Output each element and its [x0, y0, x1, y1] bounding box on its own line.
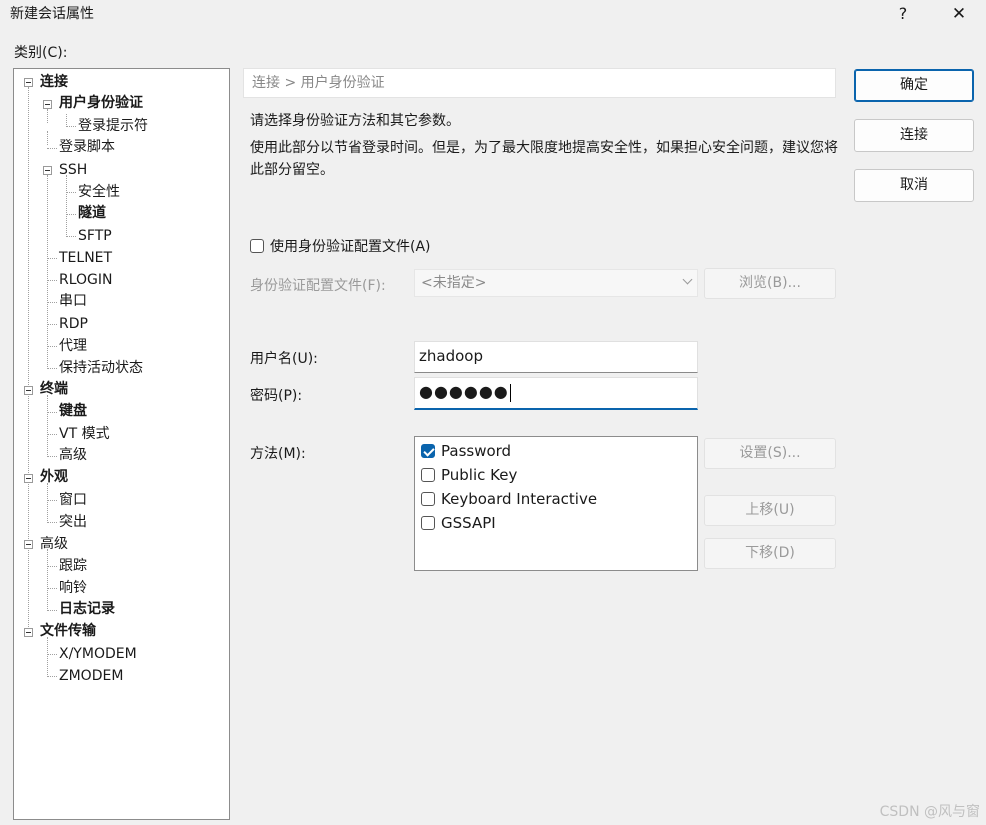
category-label: 类别(C): — [14, 45, 68, 61]
expand-toggle-icon[interactable] — [43, 166, 52, 175]
method-label-gssapi: GSSAPI — [441, 514, 496, 532]
method-label-keyboard-interactive: Keyboard Interactive — [441, 490, 598, 508]
method-label-public-key: Public Key — [441, 466, 518, 484]
checkbox-checked-icon[interactable] — [421, 444, 435, 458]
tree-item-serial[interactable]: 串口 — [59, 291, 87, 311]
use-profile-label: 使用身份验证配置文件(A) — [270, 239, 431, 255]
browse-button[interactable]: 浏览(B)... — [704, 268, 836, 299]
move-up-button[interactable]: 上移(U) — [704, 495, 836, 526]
expand-toggle-icon[interactable] — [43, 100, 52, 109]
tree-item-terminal[interactable]: 终端 — [40, 379, 68, 399]
tree-item-bell[interactable]: 响铃 — [59, 578, 87, 598]
tree-item-auth[interactable]: 用户身份验证 — [59, 93, 143, 113]
tree-item-security[interactable]: 安全性 — [78, 182, 120, 202]
cancel-button[interactable]: 取消 — [854, 169, 974, 202]
tree-item-login-script[interactable]: 登录脚本 — [59, 137, 115, 157]
checkbox-icon[interactable] — [250, 239, 264, 253]
watermark: CSDN @风与窗 — [879, 804, 980, 820]
tree-item-keepalive[interactable]: 保持活动状态 — [59, 358, 143, 378]
tree-item-rlogin[interactable]: RLOGIN — [59, 270, 113, 290]
expand-toggle-icon[interactable] — [24, 474, 33, 483]
tree-item-window[interactable]: 窗口 — [59, 490, 87, 510]
method-item-password[interactable]: Password — [421, 442, 511, 460]
description-line2: 使用此部分以节省登录时间。但是，为了最大限度地提高安全性，如果担心安全问题，建议… — [250, 140, 838, 178]
method-list[interactable]: Password Public Key Keyboard Interactive… — [414, 436, 698, 571]
help-button[interactable]: ? — [888, 1, 918, 27]
tree-item-vt-mode[interactable]: VT 模式 — [59, 424, 110, 444]
method-label: 方法(M): — [250, 446, 306, 462]
method-label-password: Password — [441, 442, 512, 460]
checkbox-icon[interactable] — [421, 492, 435, 506]
tree-item-highlight[interactable]: 突出 — [59, 512, 87, 532]
tree-item-ssh[interactable]: SSH — [59, 160, 87, 180]
tree-item-xymodem[interactable]: X/YMODEM — [59, 644, 137, 664]
tree-item-zmodem[interactable]: ZMODEM — [59, 666, 123, 686]
title-bar: 新建会话属性 ? ✕ — [0, 0, 986, 30]
expand-toggle-icon[interactable] — [24, 540, 33, 549]
profile-label: 身份验证配置文件(F): — [250, 278, 386, 294]
expand-toggle-icon[interactable] — [24, 628, 33, 637]
window-title: 新建会话属性 — [10, 6, 94, 22]
profile-select[interactable]: <未指定> — [414, 269, 698, 297]
connect-button[interactable]: 连接 — [854, 119, 974, 152]
tree-item-trace[interactable]: 跟踪 — [59, 556, 87, 576]
tree-item-proxy[interactable]: 代理 — [59, 336, 87, 356]
breadcrumb: 连接 > 用户身份验证 — [243, 68, 836, 98]
tree-item-file-transfer[interactable]: 文件传输 — [40, 621, 96, 641]
tree-item-connection[interactable]: 连接 — [40, 72, 68, 92]
tree-item-tunnel[interactable]: 隧道 — [78, 203, 106, 223]
tree-item-login-prompt[interactable]: 登录提示符 — [78, 116, 148, 136]
method-item-keyboard-interactive[interactable]: Keyboard Interactive — [421, 490, 597, 508]
username-label: 用户名(U): — [250, 351, 318, 367]
expand-toggle-icon[interactable] — [24, 78, 33, 87]
password-value: ●●●●●● — [419, 382, 509, 401]
tree-item-advanced[interactable]: 高级 — [40, 534, 68, 554]
description-line1: 请选择身份验证方法和其它参数。 — [250, 113, 460, 129]
category-tree[interactable]: 连接 用户身份验证 登录提示符 登录脚本 SSH 安全性 隧道 SFTP TEL… — [13, 68, 230, 820]
settings-button[interactable]: 设置(S)... — [704, 438, 836, 469]
expand-toggle-icon[interactable] — [24, 386, 33, 395]
tree-item-rdp[interactable]: RDP — [59, 314, 88, 334]
text-caret — [509, 383, 511, 402]
username-value: zhadoop — [419, 347, 483, 365]
method-item-gssapi[interactable]: GSSAPI — [421, 514, 496, 532]
tree-item-keyboard[interactable]: 键盘 — [59, 401, 87, 421]
chevron-down-icon — [682, 274, 693, 285]
tree-item-logging[interactable]: 日志记录 — [59, 599, 115, 619]
profile-value: <未指定> — [421, 275, 487, 291]
method-item-public-key[interactable]: Public Key — [421, 466, 517, 484]
checkbox-icon[interactable] — [421, 468, 435, 482]
tree-item-telnet[interactable]: TELNET — [59, 248, 112, 268]
ok-button[interactable]: 确定 — [854, 69, 974, 102]
tree-item-terminal-advanced[interactable]: 高级 — [59, 445, 87, 465]
tree-item-appearance[interactable]: 外观 — [40, 467, 68, 487]
checkbox-icon[interactable] — [421, 516, 435, 530]
username-input[interactable]: zhadoop — [414, 341, 698, 373]
move-down-button[interactable]: 下移(D) — [704, 538, 836, 569]
close-button[interactable]: ✕ — [944, 1, 974, 27]
use-profile-checkbox[interactable]: 使用身份验证配置文件(A) — [250, 236, 431, 256]
password-label: 密码(P): — [250, 388, 303, 404]
tree-item-sftp[interactable]: SFTP — [78, 226, 112, 246]
password-input[interactable]: ●●●●●● — [414, 377, 698, 410]
